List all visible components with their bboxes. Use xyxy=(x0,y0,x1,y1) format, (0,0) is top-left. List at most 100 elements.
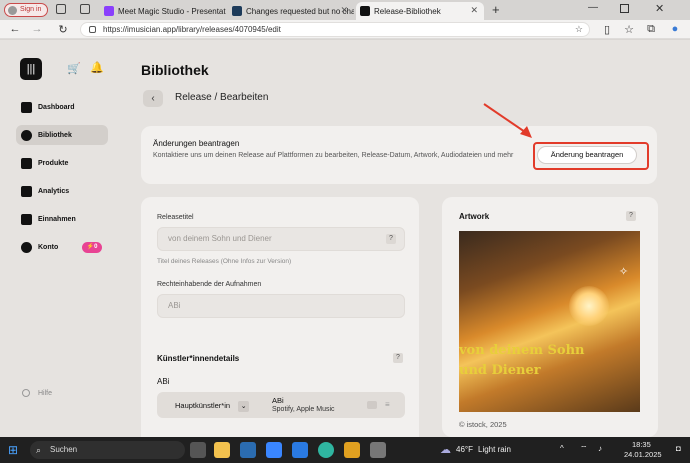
help-icon[interactable]: ? xyxy=(626,211,636,221)
sidebar-item-analytics[interactable]: Analytics xyxy=(16,181,108,201)
help-icon[interactable]: ? xyxy=(386,234,396,244)
weather-icon[interactable]: ☁ xyxy=(440,443,451,456)
tab-actions-icon[interactable] xyxy=(80,4,90,14)
tray-chevron-icon[interactable]: ^ xyxy=(560,444,564,453)
page-title: Bibliothek xyxy=(141,62,209,78)
tab-title: Release-Bibliothek xyxy=(374,6,441,16)
sidebar-item-label: Konto xyxy=(38,243,59,251)
main-content: Bibliothek ‹ Release / Bearbeiten Änderu… xyxy=(118,40,690,437)
release-title-value: von deinem Sohn und Diener xyxy=(168,234,272,243)
sidebar-item-label: Bibliothek xyxy=(38,131,72,139)
close-icon[interactable]: ✕ xyxy=(470,5,478,16)
bell-icon[interactable]: 🔔 xyxy=(90,61,104,74)
close-icon[interactable]: ✕ xyxy=(340,5,348,16)
artwork-overlay-text: von deinem Sohn und Diener xyxy=(459,343,585,378)
browser-tab-bar: Sign in Meet Magic Studio - Presentation… xyxy=(0,0,690,20)
breadcrumb: Release / Bearbeiten xyxy=(175,92,269,103)
artists-section-title: Künstler*innendetails xyxy=(157,354,240,363)
home-icon xyxy=(21,102,32,113)
help-link[interactable]: Hilfe xyxy=(22,389,52,397)
file-explorer-icon[interactable] xyxy=(214,442,230,458)
back-button[interactable]: ‹ xyxy=(143,90,163,107)
tab-title: Changes requested but no chat h xyxy=(246,6,354,16)
edge-browser-icon[interactable] xyxy=(318,442,334,458)
annotation-highlight-box xyxy=(533,142,649,170)
signin-label: Sign in xyxy=(20,6,42,13)
cart-icon[interactable]: 🛒 xyxy=(67,62,81,75)
forward-icon[interactable]: → xyxy=(30,23,44,35)
tab-release-bibliothek[interactable]: Release-Bibliothek ✕ xyxy=(356,2,484,20)
sidebar-item-konto[interactable]: Konto ⚡0 xyxy=(16,237,108,257)
task-view-icon[interactable] xyxy=(190,442,206,458)
tab-magic-studio[interactable]: Meet Magic Studio - Presentation xyxy=(100,2,226,20)
remove-artist-icon[interactable] xyxy=(367,401,377,409)
windows-start-icon[interactable]: ⊞ xyxy=(8,443,18,457)
lock-icon xyxy=(89,26,96,33)
sidebar-item-dashboard[interactable]: Dashboard xyxy=(16,97,108,117)
artist-display-name: ABi xyxy=(272,396,284,405)
mail-icon[interactable] xyxy=(292,442,308,458)
sidebar-item-produkte[interactable]: Produkte xyxy=(16,153,108,173)
network-icon[interactable]: ⌔ xyxy=(580,444,588,454)
url-input[interactable]: https://imusician.app/library/releases/4… xyxy=(80,22,590,37)
imusician-tab-icon xyxy=(232,6,242,16)
address-bar-row: ← → ↻ https://imusician.app/library/rele… xyxy=(0,20,690,39)
refresh-icon[interactable]: ↻ xyxy=(56,23,70,36)
konto-credit-badge: ⚡0 xyxy=(82,242,102,253)
minimize-button[interactable]: — xyxy=(588,2,598,13)
artist-row: Hauptkünstler*in ⌄ ABi Spotify, Apple Mu… xyxy=(157,392,405,418)
artist-name: ABi xyxy=(157,377,170,386)
copilot-icon[interactable]: ● xyxy=(668,23,682,35)
back-icon[interactable]: ← xyxy=(8,23,22,35)
collections-icon[interactable]: ⧉ xyxy=(644,23,658,36)
workspaces-icon[interactable] xyxy=(56,4,66,14)
request-changes-title: Änderungen beantragen xyxy=(153,139,240,148)
licensing-app-icon[interactable] xyxy=(240,442,256,458)
favorites-icon[interactable]: ☆ xyxy=(622,23,636,36)
split-screen-icon[interactable]: ▯ xyxy=(600,23,614,36)
imusician-logo[interactable]: ||| xyxy=(20,58,42,80)
close-window-button[interactable]: ✕ xyxy=(655,2,664,15)
sidebar: ||| 🛒 🔔 Dashboard Bibliothek Produkte An… xyxy=(0,40,118,437)
taskbar-search[interactable]: ⌕ Suchen xyxy=(30,441,185,459)
help-icon xyxy=(22,389,30,397)
sidebar-item-bibliothek[interactable]: Bibliothek xyxy=(16,125,108,145)
profile-signin-button[interactable]: Sign in xyxy=(4,3,48,17)
new-tab-button[interactable]: + xyxy=(492,2,500,17)
grid-icon xyxy=(21,158,32,169)
request-changes-description: Kontaktiere uns um deinen Release auf Pl… xyxy=(153,152,514,159)
release-form-card: Releasetitel von deinem Sohn und Diener … xyxy=(141,197,419,437)
rights-holder-label: Rechteinhabende der Aufnahmen xyxy=(157,281,262,288)
app-icon[interactable] xyxy=(370,442,386,458)
app-icon[interactable] xyxy=(344,442,360,458)
library-icon xyxy=(21,130,32,141)
store-icon[interactable] xyxy=(266,442,282,458)
artwork-image[interactable]: ✧ von deinem Sohn und Diener xyxy=(459,231,640,412)
clock-time[interactable]: 18:35 xyxy=(632,440,651,449)
release-title-hint: Titel deines Releases (Ohne Infos zur Ve… xyxy=(157,258,292,265)
release-title-label: Releasetitel xyxy=(157,214,194,221)
drag-handle-icon[interactable]: ≡ xyxy=(385,400,390,409)
weather-desc: Light rain xyxy=(478,445,511,454)
sparkle-icon: ✧ xyxy=(619,266,629,278)
artist-role-select[interactable]: Hauptkünstler*in ⌄ xyxy=(175,401,250,412)
imusician-tab-icon xyxy=(360,6,370,16)
volume-icon[interactable]: ♪ xyxy=(598,444,602,453)
artwork-credit: © istock, 2025 xyxy=(459,420,507,429)
artist-platforms: Spotify, Apple Music xyxy=(272,406,335,413)
rights-holder-field[interactable]: ABi xyxy=(157,294,405,318)
artwork-card: Artwork ? ✧ von deinem Sohn und Diener ©… xyxy=(442,197,658,437)
sidebar-item-einnahmen[interactable]: Einnahmen xyxy=(16,209,108,229)
sidebar-item-label: Analytics xyxy=(38,187,70,195)
release-title-field[interactable]: von deinem Sohn und Diener ? xyxy=(157,227,405,251)
clock-date[interactable]: 24.01.2025 xyxy=(624,450,662,459)
sun-glow xyxy=(569,286,609,326)
tab-changes-requested[interactable]: Changes requested but no chat h ✕ xyxy=(228,2,354,20)
money-icon xyxy=(21,214,32,225)
annotation-arrow xyxy=(483,103,532,138)
notifications-icon[interactable]: ◘ xyxy=(676,444,681,453)
help-icon[interactable]: ? xyxy=(393,353,403,363)
url-text: https://imusician.app/library/releases/4… xyxy=(103,25,281,34)
favorite-star-icon[interactable]: ☆ xyxy=(575,23,583,36)
maximize-button[interactable] xyxy=(620,4,629,13)
